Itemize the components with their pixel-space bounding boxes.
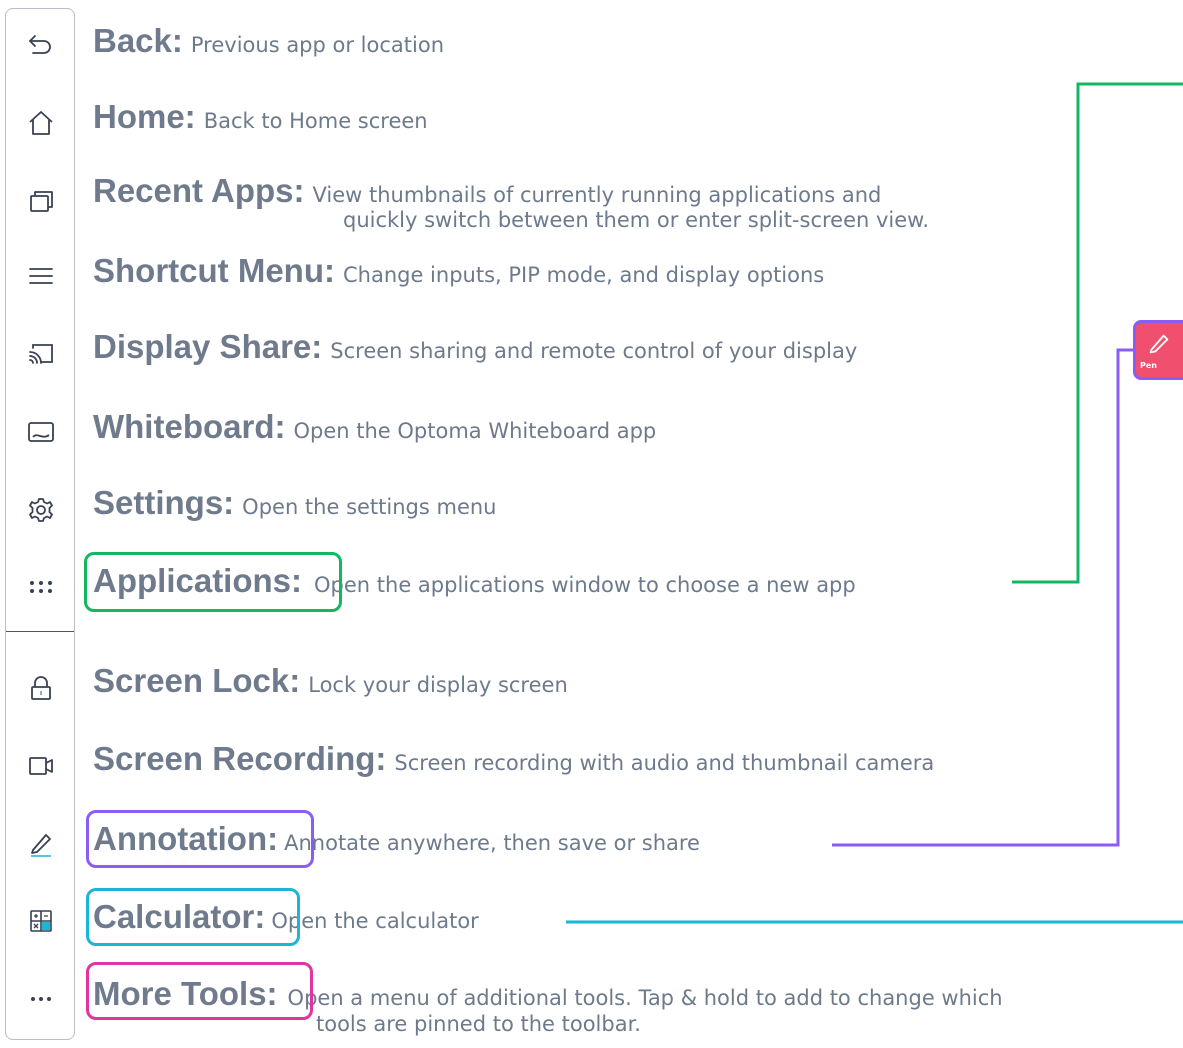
recent-apps-icon[interactable] [6,181,76,221]
back-arrow-icon[interactable] [6,25,76,65]
cast-icon[interactable] [6,334,76,374]
item-desc-line2: tools are pinned to the toolbar. [316,1012,641,1036]
row-shortcut-menu: Shortcut Menu: Change inputs, PIP mode, a… [93,252,824,290]
apps-grid-icon[interactable] [6,567,76,607]
lock-icon[interactable] [6,668,76,708]
item-label: Recent Apps: [93,172,305,209]
item-desc-line2: quickly switch between them or enter spl… [343,208,930,232]
item-label: Home: [93,98,196,135]
calculator-highlight-box [86,888,300,946]
row-settings: Settings: Open the settings menu [93,484,497,522]
home-icon[interactable] [6,103,76,143]
pen-button-label: Pen [1140,361,1157,370]
toolbar-divider [6,631,74,632]
row-recent-apps: Recent Apps: View thumbnails of currently… [93,172,881,210]
video-camera-icon[interactable] [6,746,76,786]
item-desc: Back to Home screen [203,109,428,133]
item-desc: Previous app or location [190,33,444,57]
row-back: Back: Previous app or location [93,22,444,60]
row-home: Home: Back to Home screen [93,98,428,136]
item-desc: Screen sharing and remote control of you… [330,339,858,363]
menu-icon[interactable] [6,256,76,296]
item-desc: Open the settings menu [242,495,497,519]
item-label: Shortcut Menu: [93,252,335,289]
item-desc: Annotate anywhere, then save or share [284,831,700,855]
item-label: Whiteboard: [93,408,286,445]
pen-button[interactable]: Pen [1133,320,1183,380]
item-label: Screen Recording: [93,740,387,777]
whiteboard-icon[interactable] [6,412,76,452]
row-display-share: Display Share: Screen sharing and remote … [93,328,857,366]
applications-highlight-box [84,552,342,612]
toolbar [5,8,75,1040]
gear-icon[interactable] [6,490,76,530]
item-desc: Open the Optoma Whiteboard app [293,419,657,443]
item-desc: Open the calculator [271,909,479,933]
pencil-icon[interactable] [6,824,76,864]
item-desc: Open a menu of additional tools. Tap & h… [287,986,1003,1010]
annotation-highlight-box [86,810,314,868]
item-label: Settings: [93,484,235,521]
item-label: Back: [93,22,183,59]
pen-icon [1149,334,1169,354]
row-whiteboard: Whiteboard: Open the Optoma Whiteboard ap… [93,408,656,446]
more-tools-highlight-box [86,962,313,1020]
calculator-icon[interactable] [6,901,76,941]
item-desc: Lock your display screen [308,673,568,697]
item-desc: Change inputs, PIP mode, and display opt… [342,263,825,287]
row-screen-lock: Screen Lock: Lock your display screen [93,662,568,700]
more-dots-icon[interactable] [6,979,76,1019]
item-label: Display Share: [93,328,323,365]
item-desc: Screen recording with audio and thumbnai… [394,751,935,775]
item-label: Screen Lock: [93,662,301,699]
row-screen-recording: Screen Recording: Screen recording with a… [93,740,934,778]
item-desc: Open the applications window to choose a… [314,573,856,597]
item-desc: View thumbnails of currently running app… [312,183,882,207]
